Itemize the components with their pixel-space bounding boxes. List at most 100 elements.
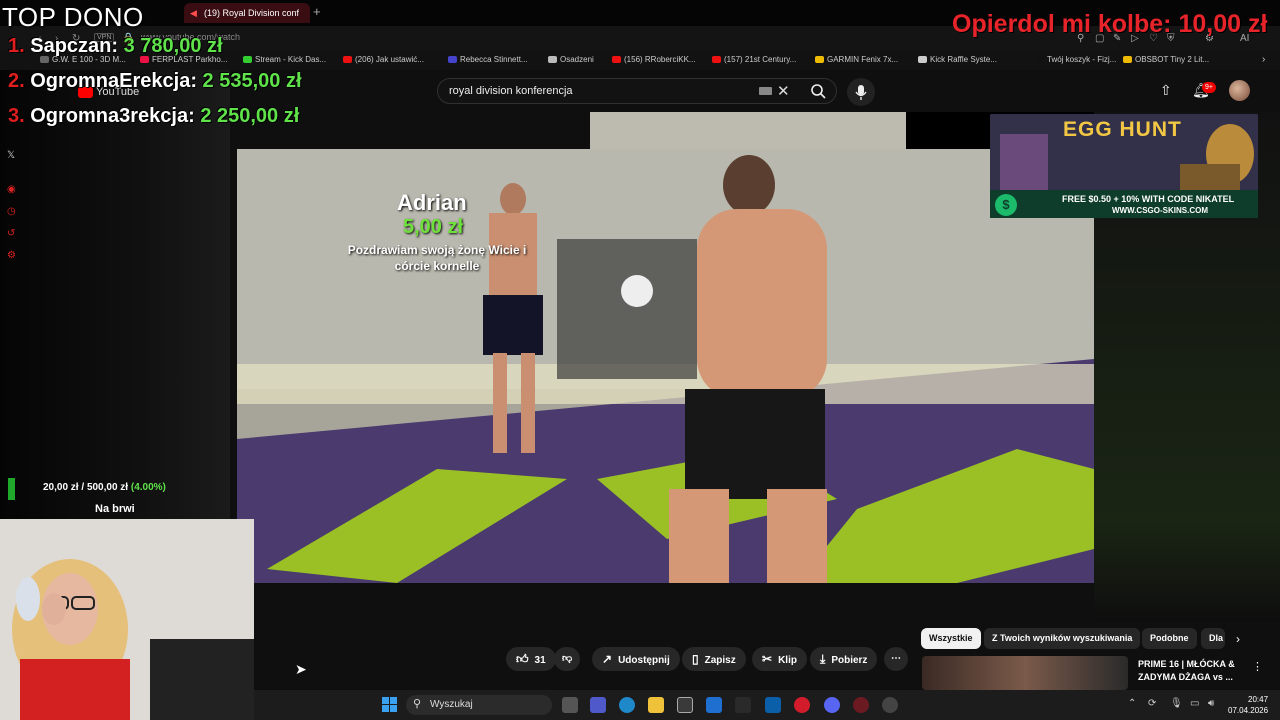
alert-message: Pozdrawiam swoją żonę Wicie i córcie kor…: [347, 243, 527, 273]
screen-icon[interactable]: [765, 697, 781, 713]
bookmark-label: OBSBOT Tiny 2 Lit...: [1135, 55, 1210, 64]
goal-progress-bar: [8, 478, 15, 500]
kebab-menu-icon[interactable]: ⋮: [1252, 660, 1263, 673]
bookmark-label: Twój koszyk - Fizj...: [1047, 55, 1117, 64]
recommendation-title[interactable]: PRIME 16 | MŁÓCKA & ZADYMA DŻAGA vs ...: [1138, 658, 1248, 684]
leaderboard-amount: 2 535,00 zł: [202, 70, 302, 92]
opera-gx-icon[interactable]: [853, 697, 869, 713]
more-actions-button[interactable]: ⋯: [884, 647, 908, 671]
bookmark-favicon-icon: [1123, 56, 1132, 64]
ad-offer: FREE $0.50 + 10% WITH CODE NIKATEL: [1062, 194, 1235, 204]
goal-label: Na brwi: [95, 503, 135, 515]
chevron-right-icon[interactable]: ›: [1236, 632, 1240, 646]
sync-icon[interactable]: ⟳: [1148, 698, 1156, 709]
chip-all[interactable]: Wszystkie: [921, 628, 981, 649]
goal-separator: /: [81, 482, 85, 493]
like-button[interactable]: 👍︎ 31: [506, 647, 556, 671]
app-icon[interactable]: [735, 697, 751, 713]
download-button[interactable]: ⤓ Pobierz: [810, 647, 878, 671]
bookmark-label: (206) Jak ustawić...: [355, 55, 424, 64]
leaderboard-amount: 2 250,00 zł: [200, 105, 300, 127]
teams-icon[interactable]: [590, 697, 606, 713]
new-tab-button[interactable]: +: [313, 5, 325, 19]
chip-from-search[interactable]: Z Twoich wyników wyszukiwania: [984, 628, 1141, 649]
more-icon: ⋯: [891, 653, 901, 664]
webcam-image: [0, 519, 254, 720]
scissors-icon: ✂: [762, 652, 773, 666]
chip-related[interactable]: Podobne: [1142, 628, 1197, 649]
search-icon: ⚲: [413, 698, 422, 710]
download-label: Pobierz: [831, 655, 868, 666]
bookmark-item[interactable]: GARMIN Fenix 7x...: [815, 55, 898, 64]
clip-label: Klip: [778, 655, 797, 666]
history-icon[interactable]: ↺: [7, 228, 15, 239]
opera-icon[interactable]: [794, 697, 810, 713]
store-icon[interactable]: [677, 697, 693, 713]
bookmark-label: GARMIN Fenix 7x...: [827, 55, 899, 64]
chip-for-you[interactable]: Dla: [1201, 628, 1225, 649]
bookmark-item[interactable]: Twój koszyk - Fizj...: [1035, 55, 1116, 64]
taskbar-search[interactable]: [406, 695, 552, 715]
edge-icon[interactable]: [619, 697, 635, 713]
bookmark-item[interactable]: (206) Jak ustawić...: [343, 55, 424, 64]
goal-current: 20,00 zł: [43, 482, 79, 493]
share-button[interactable]: ↗ Udostępnij: [592, 647, 680, 671]
bookmark-item[interactable]: Osadzeni: [548, 55, 594, 64]
windows-start-icon[interactable]: [382, 697, 398, 713]
bookmark-favicon-icon: [243, 56, 252, 64]
recommendation-thumbnail[interactable]: [922, 656, 1128, 690]
system-clock[interactable]: 20:47 07.04.2026: [1228, 694, 1268, 716]
bookmark-favicon-icon: [712, 56, 721, 64]
left-overlay-strip: [0, 70, 230, 520]
bookmark-item[interactable]: Rebecca Stinnett...: [448, 55, 528, 64]
leaderboard-rank: 3.: [8, 105, 25, 127]
clear-search-icon[interactable]: ✕: [777, 82, 790, 100]
bookmark-item[interactable]: Kick Raffle Syste...: [918, 55, 997, 64]
task-view-icon[interactable]: [562, 697, 578, 713]
search-input[interactable]: royal division konferencja: [449, 85, 573, 97]
network-icon[interactable]: ▭: [1190, 698, 1199, 709]
latest-donation-amount: 10,00 zł: [1178, 10, 1268, 38]
upload-icon[interactable]: ⇧: [1160, 82, 1172, 99]
keyboard-icon[interactable]: [759, 87, 772, 95]
microphone-icon[interactable]: 🎙︎: [1170, 698, 1183, 709]
leaderboard-name: Ogromna3rekcja:: [30, 105, 195, 127]
mail-icon[interactable]: [706, 697, 722, 713]
latest-donation: Opierdol mi kolbe: 10,00 zł: [952, 10, 1268, 38]
clip-button[interactable]: ✂ Klip: [752, 647, 807, 671]
search-button[interactable]: [802, 78, 837, 104]
leaderboard-name: OgromnaErekcja:: [30, 70, 197, 92]
search-icon: [811, 84, 826, 99]
taskbar-search-placeholder[interactable]: Wyszukaj: [430, 699, 473, 710]
mouse-cursor: ➤: [295, 661, 307, 677]
browser-tab-active[interactable]: ◀ (19) Royal Division conf: [184, 3, 310, 23]
video-frame: [237, 149, 1094, 583]
chevron-up-icon[interactable]: ⌃: [1128, 698, 1136, 709]
like-count: 31: [534, 655, 546, 666]
record-icon[interactable]: ◉: [7, 184, 16, 195]
bookmark-label: Rebecca Stinnett...: [460, 55, 528, 64]
chevron-right-icon[interactable]: ›: [1262, 54, 1265, 65]
dislike-button[interactable]: 👎︎: [554, 647, 581, 671]
voice-search-button[interactable]: [847, 78, 875, 106]
clock-icon[interactable]: ◷: [7, 206, 16, 217]
bookmark-favicon-icon: [612, 56, 621, 64]
volume-icon[interactable]: 🔊︎: [1208, 698, 1214, 709]
bookmark-item[interactable]: OBSBOT Tiny 2 Lit...: [1123, 55, 1209, 64]
gear-icon[interactable]: ⚙: [7, 250, 16, 261]
discord-icon[interactable]: [824, 697, 840, 713]
file-explorer-icon[interactable]: [648, 697, 664, 713]
avatar[interactable]: [1229, 80, 1250, 101]
bookmark-item[interactable]: (156) RRoberciKK...: [612, 55, 696, 64]
bookmark-favicon-icon: [815, 56, 824, 64]
x-logo-icon[interactable]: 𝕏: [7, 150, 15, 161]
leaderboard-name: Sapczan:: [30, 35, 119, 57]
video-player[interactable]: [237, 149, 1094, 583]
bookmark-item[interactable]: (157) 21st Century...: [712, 55, 796, 64]
save-button[interactable]: ▯ Zapisz: [682, 647, 746, 671]
ad-url: WWW.CSGO-SKINS.COM: [1112, 206, 1208, 215]
obs-icon[interactable]: [882, 697, 898, 713]
bookmark-item[interactable]: Stream - Kick Das...: [243, 55, 326, 64]
clock-time: 20:47: [1248, 695, 1269, 704]
bookmark-favicon-icon: [1035, 56, 1044, 64]
